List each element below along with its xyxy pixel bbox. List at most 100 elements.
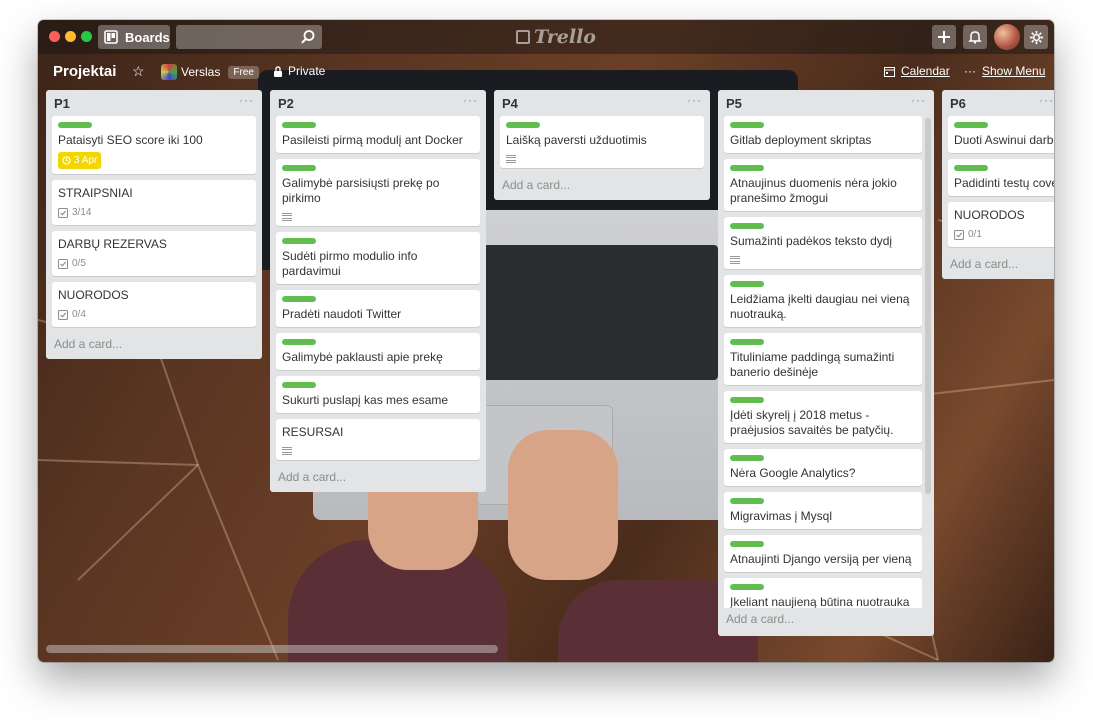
star-icon[interactable]: ☆ (132, 63, 145, 80)
card-title: Atnaujinti Django versiją per vieną (730, 552, 912, 566)
list-menu-icon[interactable]: ··· (463, 93, 478, 107)
card-label-green (954, 165, 988, 171)
card[interactable]: NUORODOS 0/1 (948, 202, 1054, 247)
card[interactable]: Gitlab deployment skriptas (724, 116, 922, 153)
card[interactable]: Įkeliant naujieną būtina nuotrauka (724, 578, 922, 608)
card-title: DARBŲ REZERVAS (58, 237, 167, 251)
card[interactable]: Sukurti puslapį kas mes esame (276, 376, 480, 413)
settings-button[interactable] (1024, 25, 1048, 49)
list-header[interactable]: P1 ··· (46, 90, 262, 116)
card[interactable]: Nėra Google Analytics? (724, 449, 922, 486)
add-card-button[interactable]: Add a card... (718, 608, 934, 634)
card-badges: 0/1 (954, 227, 1050, 242)
checklist-count: 0/1 (968, 229, 982, 240)
card-title: Laišką paversti užduotimis (506, 133, 647, 147)
card-label-green (282, 382, 316, 388)
list-menu-icon[interactable]: ··· (687, 93, 702, 107)
card-title: Galimybė parsisiųsti prekę po pirkimo (282, 176, 440, 205)
list-header[interactable]: P2 ··· (270, 90, 486, 116)
list-menu-icon[interactable]: ··· (911, 93, 926, 107)
add-card-button[interactable]: Add a card... (46, 333, 262, 359)
card[interactable]: NUORODOS 0/4 (52, 282, 256, 327)
card-title: Pataisyti SEO score iki 100 (58, 133, 203, 147)
visibility-button[interactable]: Private (273, 64, 325, 78)
card[interactable]: RESURSAI (276, 419, 480, 460)
add-card-button[interactable]: Add a card... (494, 174, 710, 200)
board-title[interactable]: Projektai (53, 63, 116, 80)
boards-label: Boards (125, 29, 170, 45)
calendar-button[interactable]: Calendar (884, 64, 950, 78)
card[interactable]: Leidžiama įkelti daugiau nei vieną nuotr… (724, 275, 922, 327)
board-header: Projektai ☆ Verslas Free Private Calenda… (38, 54, 1054, 90)
list-p4[interactable]: P4 ··· Laišką paversti užduotimis Add a car… (494, 90, 710, 200)
board-scrollbar-thumb[interactable] (46, 645, 498, 653)
add-card-button[interactable]: Add a card... (270, 466, 486, 492)
list-p6[interactable]: P6 ··· Duoti Aswinui darbo Padidinti testų … (942, 90, 1054, 279)
card[interactable]: Sudėti pirmo modulio info pardavimui (276, 232, 480, 284)
list-menu-icon[interactable]: ··· (239, 93, 254, 107)
close-window-button[interactable] (49, 31, 60, 42)
list-title[interactable]: P5 (726, 96, 742, 111)
card[interactable]: Galimybė parsisiųsti prekę po pirkimo (276, 159, 480, 226)
zoom-window-button[interactable] (81, 31, 92, 42)
list-p1[interactable]: P1 ··· Pataisyti SEO score iki 100 3 Apr STR… (46, 90, 262, 359)
card-title: Leidžiama įkelti daugiau nei vieną nuotr… (730, 292, 910, 321)
card[interactable]: Duoti Aswinui darbo (948, 116, 1054, 153)
card-label-green (506, 122, 540, 128)
checklist-count: 0/4 (72, 309, 86, 320)
list-header[interactable]: P4 ··· (494, 90, 710, 116)
list-title[interactable]: P6 (950, 96, 966, 111)
trello-window: Boards Trello Projektai ☆ Verslas Free P… (38, 20, 1054, 662)
card[interactable]: DARBŲ REZERVAS 0/5 (52, 231, 256, 276)
card-list: Laišką paversti užduotimis (494, 116, 710, 168)
card-title: Sudėti pirmo modulio info pardavimui (282, 249, 418, 278)
card-title: NUORODOS (58, 288, 129, 302)
list-title[interactable]: P4 (502, 96, 518, 111)
card[interactable]: Atnaujinus duomenis nėra jokio pranešimo… (724, 159, 922, 211)
due-date-text: 3 Apr (74, 155, 98, 166)
card-label-green (282, 339, 316, 345)
list-p5[interactable]: P5 ··· Gitlab deployment skriptas Atnaujinu… (718, 90, 934, 636)
boards-button[interactable]: Boards (98, 25, 170, 49)
search-icon[interactable] (300, 29, 316, 45)
card[interactable]: Galimybė paklausti apie prekę (276, 333, 480, 370)
checklist-badge: 0/4 (58, 307, 86, 322)
card[interactable]: Migravimas į Mysql (724, 492, 922, 529)
card[interactable]: STRAIPSNIAI 3/14 (52, 180, 256, 225)
team-button[interactable]: Verslas Free (161, 64, 259, 80)
add-button[interactable] (932, 25, 956, 49)
list-p2[interactable]: P2 ··· Pasileisti pirmą modulį ant Docker G… (270, 90, 486, 492)
card[interactable]: Atnaujinti Django versiją per vieną (724, 535, 922, 572)
card-title: Migravimas į Mysql (730, 509, 833, 523)
add-card-button[interactable]: Add a card... (942, 253, 1054, 279)
list-scrollbar[interactable] (925, 118, 931, 494)
list-header[interactable]: P6 ··· (942, 90, 1054, 116)
card-title: Įdėti skyrelį į 2018 metus - praėjusios … (730, 408, 894, 437)
show-menu-button[interactable]: ··· Show Menu (964, 64, 1045, 78)
user-avatar[interactable] (994, 24, 1020, 50)
card[interactable]: Pataisyti SEO score iki 100 3 Apr (52, 116, 256, 174)
minimize-window-button[interactable] (65, 31, 76, 42)
card[interactable]: Padidinti testų cove (948, 159, 1054, 196)
list-menu-icon[interactable]: ··· (1039, 93, 1054, 107)
plus-icon (938, 31, 950, 43)
list-title[interactable]: P1 (54, 96, 70, 111)
board-horizontal-scrollbar[interactable] (46, 643, 1046, 653)
card[interactable]: Laišką paversti užduotimis (500, 116, 704, 168)
due-date-badge[interactable]: 3 Apr (58, 152, 102, 169)
card[interactable]: Tituliniame paddingą sumažinti banerio d… (724, 333, 922, 385)
card[interactable]: Įdėti skyrelį į 2018 metus - praėjusios … (724, 391, 922, 443)
list-title[interactable]: P2 (278, 96, 294, 111)
card-label-green (730, 339, 764, 345)
checklist-badge: 0/1 (954, 227, 982, 242)
card-label-green (730, 223, 764, 229)
list-header[interactable]: P5 ··· (718, 90, 934, 116)
checklist-icon (58, 309, 68, 320)
trello-logo[interactable]: Trello (516, 26, 596, 48)
card-label-green (282, 296, 316, 302)
card[interactable]: Pradėti naudoti Twitter (276, 290, 480, 327)
card-label-green (730, 584, 764, 590)
card[interactable]: Sumažinti padėkos teksto dydį (724, 217, 922, 269)
card[interactable]: Pasileisti pirmą modulį ant Docker (276, 116, 480, 153)
notifications-button[interactable] (963, 25, 987, 49)
